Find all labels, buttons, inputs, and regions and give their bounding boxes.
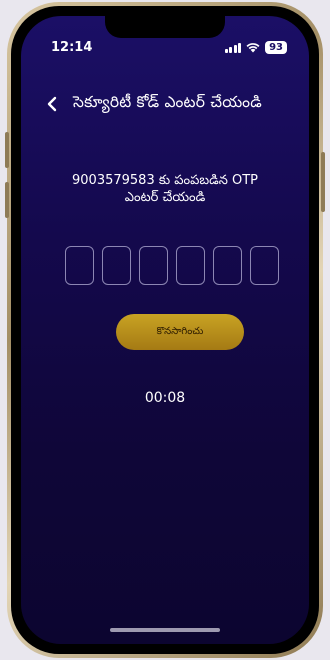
notch [105, 16, 225, 38]
battery-icon: 93 [265, 41, 287, 54]
power-button [321, 152, 325, 212]
chevron-left-icon [47, 96, 57, 112]
otp-digit-6[interactable] [250, 246, 279, 285]
status-time: 12:14 [51, 40, 93, 55]
otp-digit-5[interactable] [213, 246, 242, 285]
instruction-line-2: ఎంటర్ చేయండి [124, 190, 206, 205]
instruction-line-1: 9003579583 కు పంపబడిన OTP [72, 173, 258, 188]
volume-down-button [5, 182, 9, 218]
home-indicator[interactable] [110, 628, 220, 632]
status-icons: 93 [224, 41, 287, 54]
app-screen: 12:14 93 సెక్యూరిటీ కోడ్ ఎంటర్ చేయండి 90… [21, 16, 309, 644]
continue-button[interactable]: కొనసాగించు [116, 314, 244, 350]
volume-up-button [5, 132, 9, 168]
signal-icon [224, 42, 242, 53]
header: సెక్యూరిటీ కోడ్ ఎంటర్ చేయండి [43, 92, 299, 116]
otp-digit-1[interactable] [65, 246, 94, 285]
phone-bezel: 12:14 93 సెక్యూరిటీ కోడ్ ఎంటర్ చేయండి 90… [11, 6, 319, 654]
wifi-icon [246, 42, 260, 53]
status-bar: 12:14 93 [51, 40, 287, 58]
back-button[interactable] [43, 95, 61, 113]
otp-instructions: 9003579583 కు పంపబడిన OTP ఎంటర్ చేయండి [41, 172, 289, 206]
page-title: సెక్యూరిటీ కోడ్ ఎంటర్ చేయండి [73, 93, 262, 111]
phone-frame: 12:14 93 సెక్యూరిటీ కోడ్ ఎంటర్ చేయండి 90… [5, 2, 325, 658]
otp-digit-4[interactable] [176, 246, 205, 285]
otp-digit-2[interactable] [102, 246, 131, 285]
otp-digit-3[interactable] [139, 246, 168, 285]
resend-timer: 00:08 [144, 390, 186, 406]
otp-input-group [65, 246, 279, 285]
